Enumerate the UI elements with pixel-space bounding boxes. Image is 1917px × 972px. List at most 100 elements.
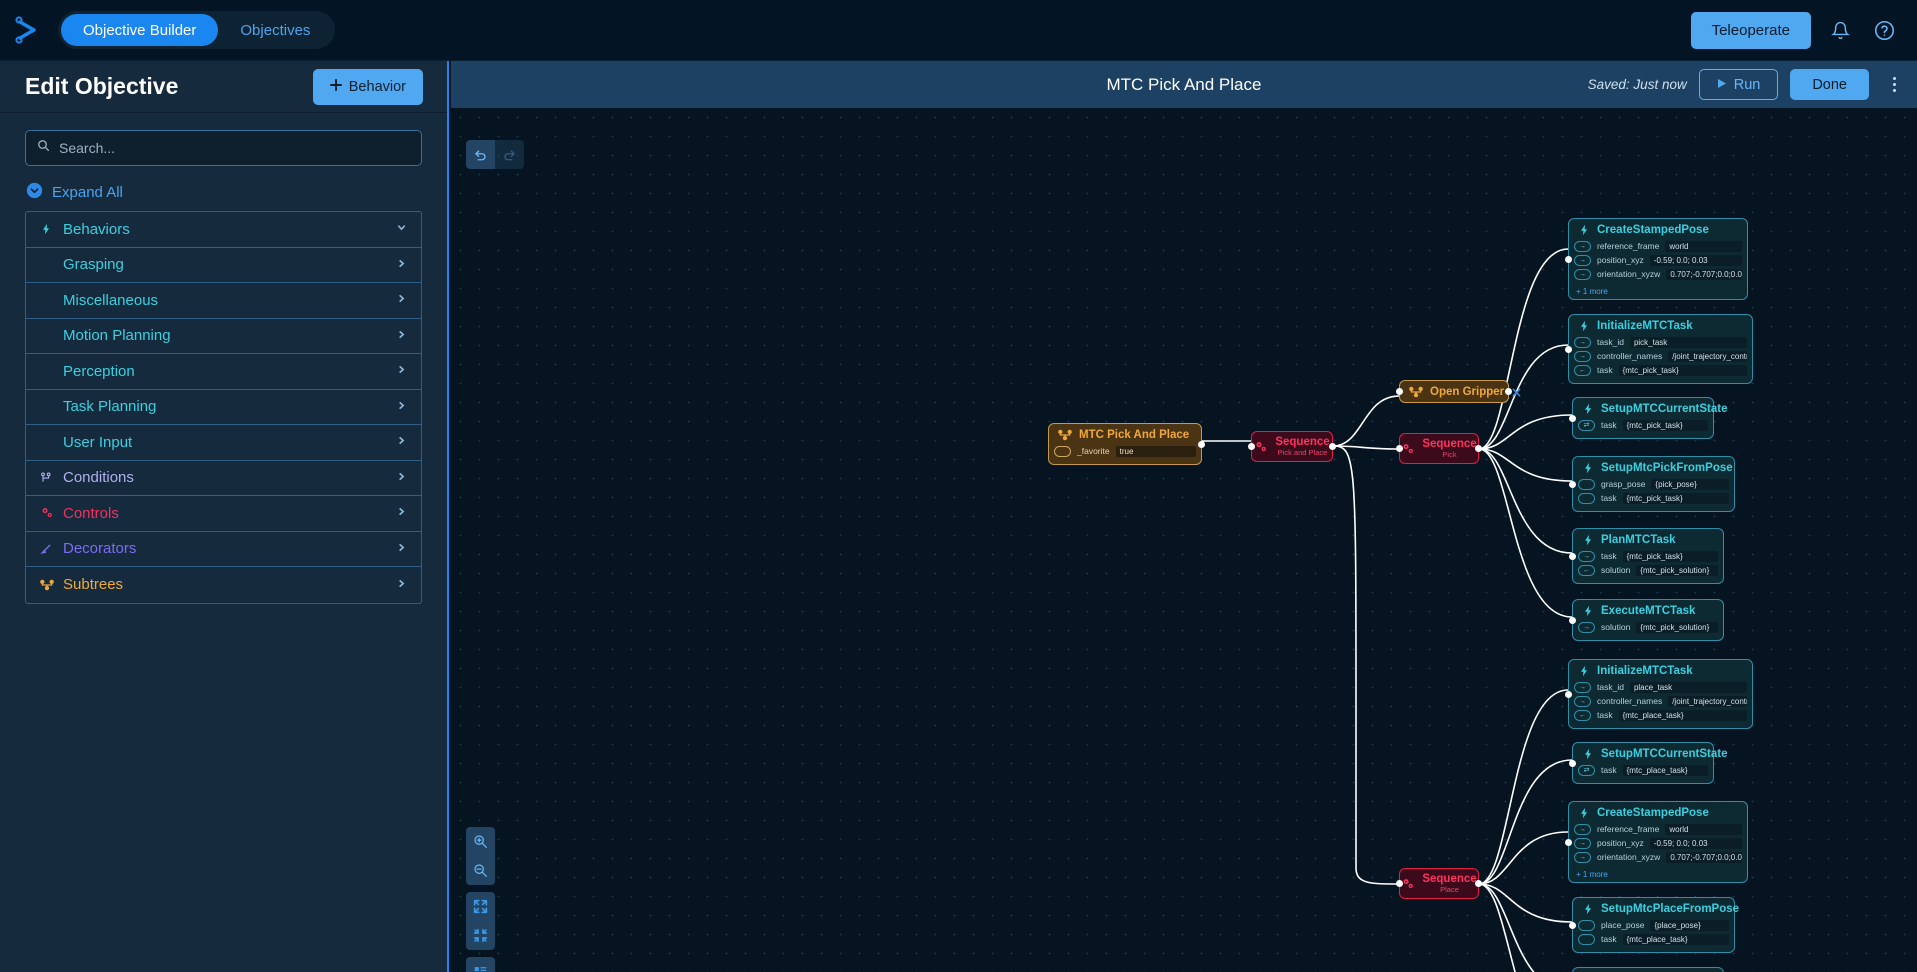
sidebar-item-decorators[interactable]: Decorators: [26, 532, 421, 567]
graph-node-plan-mtc-task-place[interactable]: PlanMTCTask→task{mtc_place_task}←solutio…: [1572, 967, 1724, 972]
sidebar-item-conditions[interactable]: Conditions: [26, 461, 421, 496]
port-value[interactable]: {pick_pose}: [1651, 478, 1729, 490]
graph-node-setup-mtc-current-state-place[interactable]: SetupMTCCurrentState ⇄ task {mtc_place_task…: [1569, 742, 1728, 784]
port-value[interactable]: {mtc_pick_task}: [1622, 550, 1718, 562]
node-input-connector[interactable]: [1565, 255, 1572, 263]
port-value[interactable]: {mtc_pick_task}: [1622, 492, 1729, 504]
sidebar-item-subtrees[interactable]: Subtrees: [26, 567, 421, 603]
tab-objective-builder[interactable]: Objective Builder: [61, 14, 219, 46]
sidebar-item-motion-planning[interactable]: Motion Planning: [26, 319, 421, 354]
node-output-connector[interactable]: [1198, 440, 1205, 448]
port-value[interactable]: {mtc_place_task}: [1622, 764, 1708, 776]
expand-all-button[interactable]: Expand All: [26, 182, 422, 203]
port-value[interactable]: pick_task: [1629, 336, 1747, 348]
tab-objectives[interactable]: Objectives: [218, 14, 332, 46]
zoom-out-icon[interactable]: [466, 856, 495, 885]
redo-icon[interactable]: [495, 140, 524, 169]
port-plain-icon[interactable]: [1054, 445, 1071, 457]
port-input-icon[interactable]: →: [1574, 240, 1591, 252]
more-vertical-icon[interactable]: [1881, 70, 1907, 100]
node-input-connector[interactable]: [1569, 552, 1576, 560]
port-value[interactable]: {mtc_pick_solution}: [1636, 621, 1718, 633]
node-input-connector[interactable]: [1396, 388, 1403, 395]
graph-node-setup-mtc-place-from-pose[interactable]: SetupMtcPlaceFromPose place_pose {place_po…: [1569, 897, 1739, 953]
node-more-link[interactable]: + 1 more: [1569, 287, 1747, 299]
graph-node-initialize-mtc-task-place[interactable]: InitializeMTCTask → task_id place_task → cont…: [1565, 659, 1753, 729]
chevron-logo-icon[interactable]: [0, 0, 54, 61]
graph-node-setup-mtc-pick-from-pose[interactable]: SetupMtcPickFromPose grasp_pose {pick_pose…: [1569, 456, 1735, 512]
port-input-icon[interactable]: →: [1574, 837, 1591, 849]
node-input-connector[interactable]: [1569, 759, 1576, 767]
port-input-icon[interactable]: →: [1574, 350, 1591, 362]
chevron-right-icon[interactable]: [396, 258, 407, 272]
chevron-right-icon[interactable]: [396, 400, 407, 414]
chevron-right-icon[interactable]: [396, 329, 407, 343]
port-value[interactable]: /joint_trajectory_controller;/ro: [1668, 695, 1747, 707]
node-input-connector[interactable]: [1565, 345, 1572, 353]
help-circle-icon[interactable]: [1869, 15, 1899, 45]
port-value[interactable]: {mtc_pick_solution}: [1636, 564, 1718, 576]
bell-icon[interactable]: [1825, 15, 1855, 45]
port-value[interactable]: /joint_trajectory_controller;/ro: [1668, 350, 1747, 362]
port-inout-icon[interactable]: ⇄: [1578, 419, 1595, 431]
node-input-connector[interactable]: [1569, 616, 1576, 624]
chevron-down-icon[interactable]: [396, 222, 407, 236]
port-value[interactable]: world: [1665, 240, 1742, 252]
sidebar-item-user-input[interactable]: User Input: [26, 425, 421, 461]
port-value[interactable]: world: [1665, 823, 1742, 835]
port-value[interactable]: {mtc_place_task}: [1622, 933, 1729, 945]
sidebar-item-task-planning[interactable]: Task Planning: [26, 390, 421, 425]
graph-node-seq-pick[interactable]: Sequence Pick: [1396, 433, 1482, 464]
add-behavior-button[interactable]: Behavior: [312, 68, 423, 105]
node-output-connector[interactable]: [1475, 445, 1482, 452]
port-value[interactable]: -0.59; 0.0; 0.03: [1649, 254, 1742, 266]
node-input-connector[interactable]: [1569, 921, 1576, 929]
chevron-right-icon[interactable]: [396, 435, 407, 449]
port-output-icon[interactable]: ←: [1574, 709, 1591, 721]
search-box[interactable]: [25, 130, 422, 166]
graph-node-setup-mtc-current-state-pick[interactable]: SetupMTCCurrentState ⇄ task {mtc_pick_task}: [1569, 397, 1728, 439]
port-input-icon[interactable]: →: [1574, 851, 1591, 863]
sidebar-item-miscellaneous[interactable]: Miscellaneous: [26, 283, 421, 319]
done-button[interactable]: Done: [1790, 69, 1869, 100]
port-plain-icon[interactable]: [1578, 478, 1595, 490]
graph-node-create-stamped-pose-pick[interactable]: CreateStampedPose → reference_frame world → p…: [1565, 218, 1748, 300]
run-button[interactable]: Run: [1698, 69, 1779, 100]
close-icon[interactable]: [1511, 387, 1522, 398]
node-more-link[interactable]: + 1 more: [1569, 870, 1747, 882]
port-value[interactable]: {mtc_place_task}: [1618, 709, 1747, 721]
node-output-connector[interactable]: [1505, 388, 1512, 395]
node-input-connector[interactable]: [1248, 443, 1255, 450]
node-input-connector[interactable]: [1396, 445, 1403, 452]
graph-node-root[interactable]: MTC Pick And Place _favorite true: [1048, 423, 1205, 465]
graph-node-plan-mtc-task-pick[interactable]: PlanMTCTask → task {mtc_pick_task} ← solution…: [1569, 528, 1724, 584]
port-plain-icon[interactable]: [1578, 492, 1595, 504]
chevron-right-icon[interactable]: [396, 471, 407, 485]
collapse-arrows-icon[interactable]: [466, 921, 495, 950]
chevron-right-icon[interactable]: [396, 542, 407, 556]
port-input-icon[interactable]: →: [1574, 823, 1591, 835]
node-input-connector[interactable]: [1396, 880, 1403, 887]
graph-canvas[interactable]: MTC Pick And Place Saved: Just now Run D…: [451, 61, 1917, 972]
port-value[interactable]: 0.707;-0.707;0.0;0.0: [1666, 268, 1742, 280]
port-input-icon[interactable]: →: [1574, 336, 1591, 348]
port-value[interactable]: -0.59; 0.0; 0.03: [1649, 837, 1742, 849]
expand-arrows-icon[interactable]: [466, 892, 495, 921]
chevron-right-icon[interactable]: [396, 506, 407, 520]
node-input-connector[interactable]: [1569, 480, 1576, 488]
port-inout-icon[interactable]: ⇄: [1578, 764, 1595, 776]
search-input[interactable]: [59, 140, 410, 156]
port-value[interactable]: {mtc_pick_task}: [1618, 364, 1747, 376]
port-input-icon[interactable]: →: [1574, 695, 1591, 707]
port-plain-icon[interactable]: [1578, 919, 1595, 931]
sidebar-item-controls[interactable]: Controls: [26, 496, 421, 532]
chevron-right-icon[interactable]: [396, 578, 407, 592]
node-input-connector[interactable]: [1565, 690, 1572, 698]
port-output-icon[interactable]: ←: [1578, 564, 1595, 576]
port-input-icon[interactable]: →: [1578, 550, 1595, 562]
sidebar-item-grasping[interactable]: Grasping: [26, 248, 421, 283]
sidebar-item-behaviors[interactable]: Behaviors: [26, 212, 421, 248]
sidebar-item-perception[interactable]: Perception: [26, 354, 421, 390]
node-output-connector[interactable]: [1329, 443, 1336, 450]
port-value[interactable]: true: [1115, 445, 1196, 457]
